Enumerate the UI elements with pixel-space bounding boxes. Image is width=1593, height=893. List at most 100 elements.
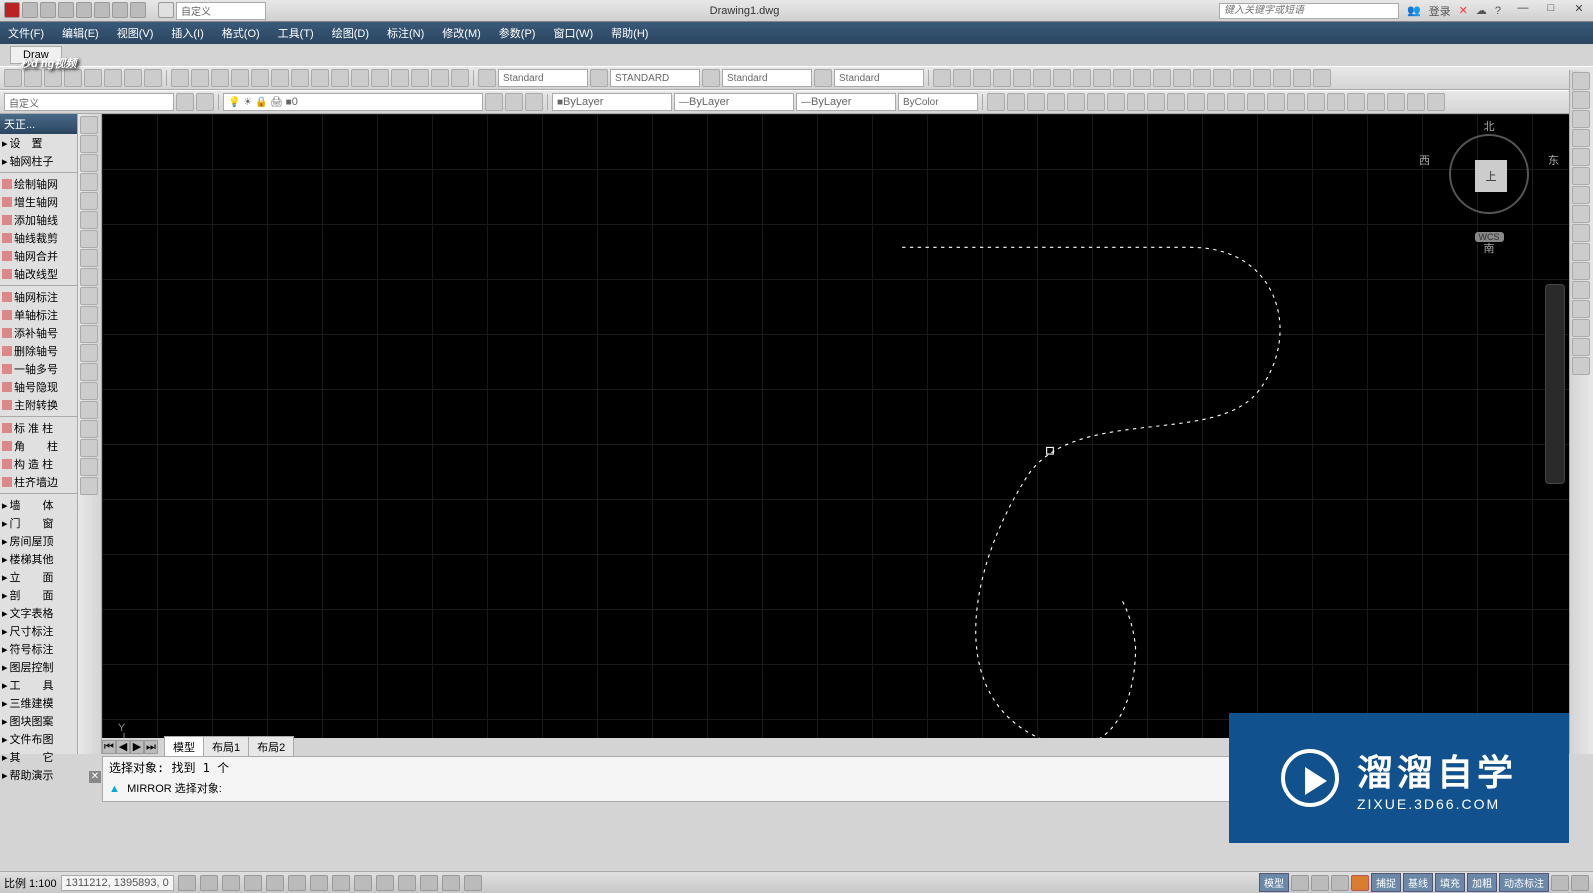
navigation-bar[interactable]	[1545, 284, 1565, 484]
tool-button[interactable]	[251, 69, 269, 87]
tool-button[interactable]	[1347, 93, 1365, 111]
move-icon[interactable]	[1572, 167, 1590, 185]
status-toggle[interactable]	[398, 875, 416, 891]
app-icon[interactable]	[4, 2, 20, 18]
signin-button[interactable]: 登录	[1429, 3, 1451, 19]
arc-icon[interactable]	[80, 211, 98, 229]
status-toggle[interactable]	[1291, 875, 1309, 891]
status-toggle[interactable]	[222, 875, 240, 891]
tool-button[interactable]	[1053, 69, 1071, 87]
table-style-combo[interactable]: Standard	[834, 69, 924, 87]
maximize-button[interactable]: □	[1537, 2, 1565, 20]
status-text5[interactable]: 动态标注	[1499, 873, 1549, 892]
tool-button[interactable]	[1307, 93, 1325, 111]
text-style-combo[interactable]: Standard	[498, 69, 588, 87]
panel-item[interactable]: 角 柱	[0, 437, 77, 455]
exchange-icon[interactable]: ✕	[1459, 4, 1468, 17]
trim-icon[interactable]	[1572, 243, 1590, 261]
workspace-combo[interactable]: 自定义	[176, 2, 266, 20]
tool-button[interactable]	[1133, 69, 1151, 87]
tablestyle-icon[interactable]	[814, 69, 832, 87]
tool-button[interactable]	[1007, 93, 1025, 111]
tool-button[interactable]	[1267, 93, 1285, 111]
panel-item[interactable]: ▸ 符号标注	[0, 640, 77, 658]
viewcube-south[interactable]: 南	[1439, 240, 1539, 256]
offset-icon[interactable]	[1572, 129, 1590, 147]
rotate-icon[interactable]	[1572, 186, 1590, 204]
tool-button[interactable]	[331, 69, 349, 87]
tab-first-icon[interactable]: ⏮	[102, 740, 116, 754]
tool-button[interactable]	[1127, 93, 1145, 111]
menu-window[interactable]: 窗口(W)	[553, 25, 593, 41]
tool-button[interactable]	[1073, 69, 1091, 87]
join-icon[interactable]	[1572, 300, 1590, 318]
rectangle-icon[interactable]	[80, 192, 98, 210]
line-icon[interactable]	[80, 116, 98, 134]
close-button[interactable]: ✕	[1565, 2, 1593, 20]
status-model-button[interactable]: 模型	[1259, 873, 1289, 892]
panel-item[interactable]: ▸ 剖 面	[0, 586, 77, 604]
panel-item[interactable]: 轴网标注	[0, 288, 77, 306]
tool-button[interactable]	[1107, 93, 1125, 111]
tool-button[interactable]	[124, 69, 142, 87]
status-toggle[interactable]	[288, 875, 306, 891]
viewcube-top[interactable]: 上	[1475, 160, 1507, 192]
panel-item[interactable]: 一轴多号	[0, 360, 77, 378]
explode-icon[interactable]	[1572, 357, 1590, 375]
panel-item[interactable]: ▸ 楼梯其他	[0, 550, 77, 568]
menu-tools[interactable]: 工具(T)	[278, 25, 314, 41]
menu-modify[interactable]: 修改(M)	[442, 25, 481, 41]
status-scale[interactable]: 比例 1:100	[4, 875, 57, 891]
tab-prev-icon[interactable]: ◀	[116, 740, 130, 754]
tool-button[interactable]	[1193, 69, 1211, 87]
ellipse-icon[interactable]	[80, 287, 98, 305]
redo-icon[interactable]	[130, 2, 146, 18]
viewcube-west[interactable]: 西	[1419, 152, 1430, 168]
region-icon[interactable]	[80, 420, 98, 438]
panel-item[interactable]: ▸ 其 它	[0, 748, 77, 766]
panel-item[interactable]: ▸ 帮助演示	[0, 766, 77, 784]
hatch-icon[interactable]	[80, 382, 98, 400]
tool-button[interactable]	[1093, 69, 1111, 87]
tool-button[interactable]	[1273, 69, 1291, 87]
tool-button[interactable]	[953, 69, 971, 87]
panel-item[interactable]: 绘制轴网	[0, 175, 77, 193]
save-icon[interactable]	[58, 2, 74, 18]
chamfer-icon[interactable]	[1572, 319, 1590, 337]
tool-button[interactable]	[505, 93, 523, 111]
plotstyle-combo[interactable]: ByColor	[898, 93, 978, 111]
panel-item[interactable]: ▸ 轴网柱子	[0, 152, 77, 170]
panel-item[interactable]: ▸ 房间屋顶	[0, 532, 77, 550]
status-toggle[interactable]	[1311, 875, 1329, 891]
tool-button[interactable]	[291, 69, 309, 87]
tool-button[interactable]	[1033, 69, 1051, 87]
xline-icon[interactable]	[80, 135, 98, 153]
extend-icon[interactable]	[1572, 262, 1590, 280]
tool-button[interactable]	[1293, 69, 1311, 87]
tool-button[interactable]	[451, 69, 469, 87]
tool-button[interactable]	[1067, 93, 1085, 111]
viewcube-east[interactable]: 东	[1548, 152, 1559, 168]
color-combo[interactable]: ■ ByLayer	[552, 93, 672, 111]
tool-button[interactable]	[351, 69, 369, 87]
help-search-input[interactable]	[1219, 3, 1399, 19]
tool-button[interactable]	[1187, 93, 1205, 111]
panel-item[interactable]: ▸ 设 置	[0, 134, 77, 152]
menu-insert[interactable]: 插入(I)	[171, 25, 203, 41]
panel-header[interactable]: 天正...	[0, 114, 77, 134]
panel-item[interactable]: ▸ 门 窗	[0, 514, 77, 532]
print-icon[interactable]	[94, 2, 110, 18]
panel-item[interactable]: ▸ 尺寸标注	[0, 622, 77, 640]
status-annotation-button[interactable]	[1351, 875, 1369, 891]
tool-button[interactable]	[1213, 69, 1231, 87]
erase-icon[interactable]	[1572, 72, 1590, 90]
copy-icon[interactable]	[1572, 91, 1590, 109]
table-icon[interactable]	[80, 439, 98, 457]
tool-button[interactable]	[1167, 93, 1185, 111]
panel-item[interactable]: ▸ 文字表格	[0, 604, 77, 622]
minimize-button[interactable]: —	[1509, 2, 1537, 20]
tool-button[interactable]	[371, 69, 389, 87]
tool-button[interactable]	[1387, 93, 1405, 111]
tool-button[interactable]	[1367, 93, 1385, 111]
status-text4[interactable]: 加粗	[1467, 873, 1497, 892]
